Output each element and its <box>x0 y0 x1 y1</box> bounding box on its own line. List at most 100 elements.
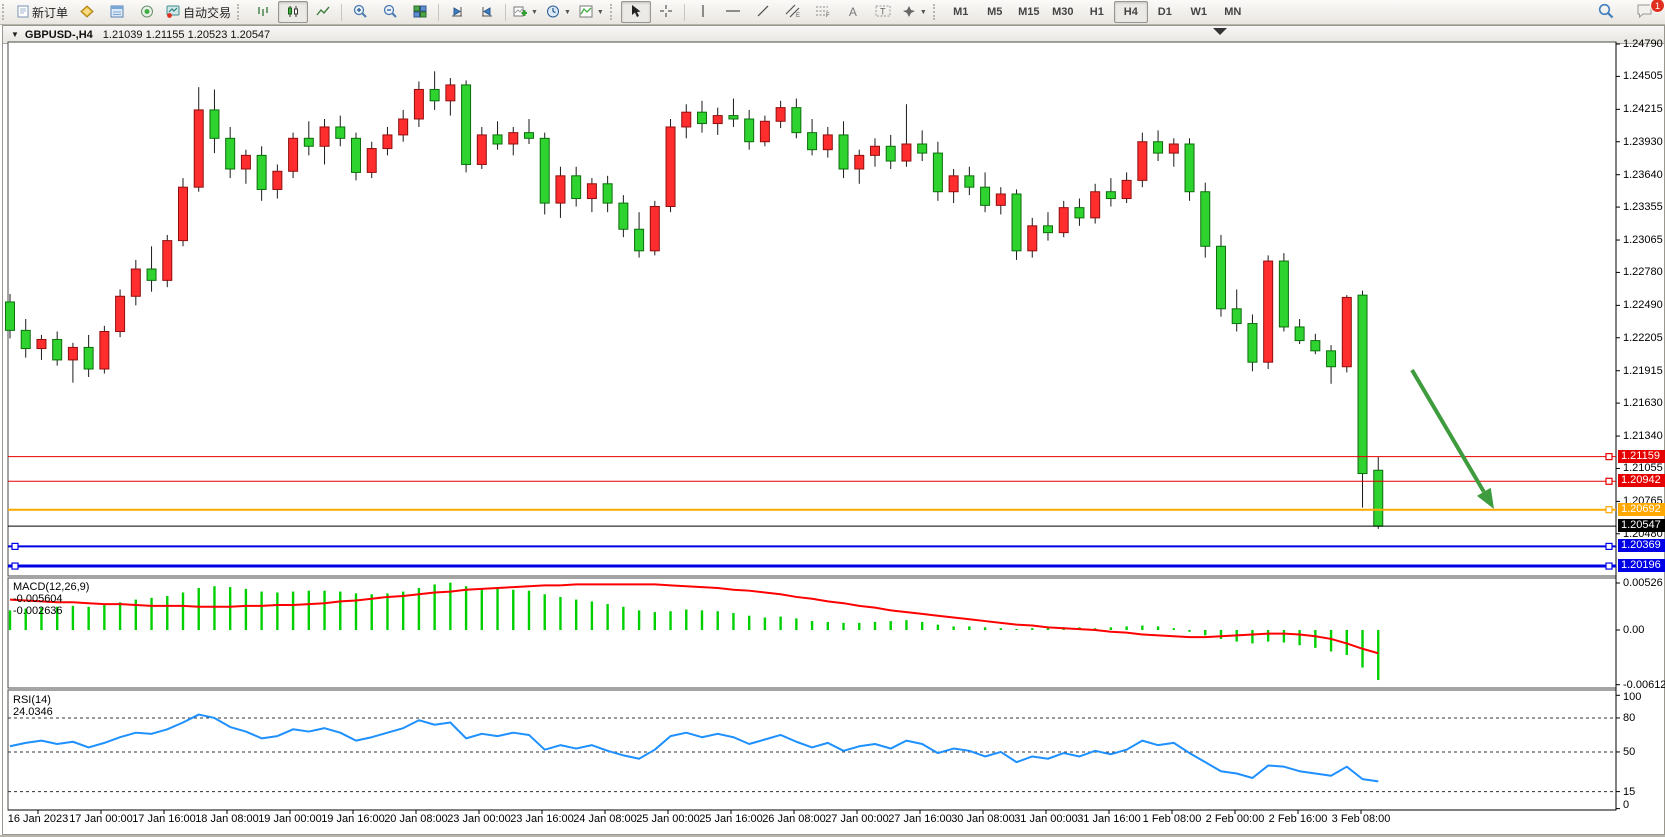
price-tick-label: 1.24790 <box>1623 38 1663 50</box>
candle-body <box>320 127 329 146</box>
candle-body <box>351 138 360 172</box>
line-handle[interactable] <box>1606 543 1612 549</box>
candle-body <box>1154 142 1163 153</box>
candle-body <box>902 144 911 161</box>
candle-body <box>446 85 455 101</box>
rsi-axis-label: 50 <box>1623 746 1635 758</box>
candle-body <box>603 184 612 203</box>
chart-canvas[interactable] <box>0 0 1665 835</box>
candle-body <box>21 330 30 348</box>
chart-shift-marker[interactable] <box>1213 28 1227 35</box>
candle-body <box>399 119 408 135</box>
candle-body <box>6 302 15 330</box>
price-tick-label: 1.21915 <box>1623 365 1663 377</box>
candle-body <box>1091 192 1100 218</box>
candle-body <box>68 347 77 360</box>
price-tick-label: 1.23640 <box>1623 169 1663 181</box>
candle-body <box>1264 261 1273 362</box>
price-tick-label: 1.21055 <box>1623 462 1663 474</box>
candle-body <box>839 135 848 169</box>
candle-body <box>682 112 691 127</box>
time-axis-label: 2 Feb 00:00 <box>1206 813 1265 825</box>
candle-body <box>462 85 471 165</box>
candle-body <box>619 203 628 229</box>
price-tick-label: 1.23930 <box>1623 136 1663 148</box>
time-axis-label: 25 Jan 16:00 <box>699 813 763 825</box>
time-axis-label: 18 Jan 08:00 <box>195 813 259 825</box>
candle-body <box>808 133 817 150</box>
candle-body <box>147 269 156 280</box>
candle-body <box>760 121 769 141</box>
candle-body <box>1028 226 1037 251</box>
time-axis-label: 23 Jan 16:00 <box>510 813 574 825</box>
candle-body <box>414 89 423 119</box>
candle-body <box>430 89 439 100</box>
time-axis-label: 2 Feb 16:00 <box>1269 813 1328 825</box>
macd-axis-label: 0.00526 <box>1623 577 1663 589</box>
line-handle[interactable] <box>1606 507 1612 513</box>
candle-body <box>1106 192 1115 199</box>
line-handle[interactable] <box>1606 478 1612 484</box>
price-tick-label: 1.21630 <box>1623 397 1663 409</box>
time-axis-label: 20 Jan 08:00 <box>384 813 448 825</box>
candle-body <box>524 133 533 139</box>
price-level-label: 1.21159 <box>1618 450 1665 463</box>
time-axis-label: 23 Jan 00:00 <box>447 813 511 825</box>
macd-axis-label: 0.00 <box>1623 624 1644 636</box>
macd-indicator-label: MACD(12,26,9) -0.005604 -0.002636 <box>13 581 89 617</box>
candle-body <box>37 339 46 348</box>
candle-body <box>776 108 785 122</box>
time-axis-label: 25 Jan 00:00 <box>636 813 700 825</box>
candle-body <box>635 229 644 251</box>
mt4-application: 新订单 自动交易 <box>0 0 1665 837</box>
candle-body <box>697 112 706 123</box>
candle-body <box>194 110 203 187</box>
candle-body <box>792 108 801 133</box>
time-axis-label: 19 Jan 16:00 <box>321 813 385 825</box>
price-level-label: 1.20942 <box>1618 474 1665 487</box>
line-handle[interactable] <box>12 543 18 549</box>
candle-body <box>666 127 675 207</box>
time-axis-label: 26 Jan 08:00 <box>762 813 826 825</box>
candle-body <box>1216 246 1225 309</box>
candle-body <box>84 347 93 369</box>
candle-body <box>178 187 187 240</box>
candle-body <box>1279 261 1288 327</box>
candle-body <box>540 138 549 203</box>
candle-body <box>241 155 250 169</box>
time-axis-label: 30 Jan 08:00 <box>951 813 1015 825</box>
line-handle[interactable] <box>1606 454 1612 460</box>
time-axis-label: 27 Jan 00:00 <box>825 813 889 825</box>
candle-body <box>257 155 266 189</box>
candle-body <box>1374 470 1383 526</box>
candle-body <box>996 194 1005 205</box>
candle-body <box>965 176 974 187</box>
candle-body <box>1138 142 1147 181</box>
candle-body <box>131 269 140 296</box>
price-tick-label: 1.22780 <box>1623 266 1663 278</box>
price-tick-label: 1.24215 <box>1623 103 1663 115</box>
line-handle[interactable] <box>12 563 18 569</box>
candle-body <box>493 135 502 144</box>
candle-body <box>1248 324 1257 363</box>
line-handle[interactable] <box>1606 563 1612 569</box>
candle-body <box>1232 309 1241 324</box>
candle-body <box>572 176 581 199</box>
candle-body <box>100 332 109 370</box>
candle-body <box>556 176 565 203</box>
candle-body <box>163 241 172 281</box>
candle-body <box>729 116 738 119</box>
price-tick-label: 1.22490 <box>1623 299 1663 311</box>
candle-body <box>650 207 659 251</box>
time-axis-label: 1 Feb 08:00 <box>1143 813 1202 825</box>
price-tick-label: 1.24505 <box>1623 70 1663 82</box>
candle-body <box>116 296 125 331</box>
candle-body <box>886 146 895 161</box>
price-tick-label: 1.21340 <box>1623 430 1663 442</box>
candle-body <box>1201 192 1210 247</box>
time-axis-label: 19 Jan 00:00 <box>258 813 322 825</box>
candle-body <box>383 135 392 149</box>
candle-body <box>509 133 518 144</box>
price-level-label: 1.20692 <box>1618 503 1665 516</box>
time-axis-label: 24 Jan 08:00 <box>573 813 637 825</box>
